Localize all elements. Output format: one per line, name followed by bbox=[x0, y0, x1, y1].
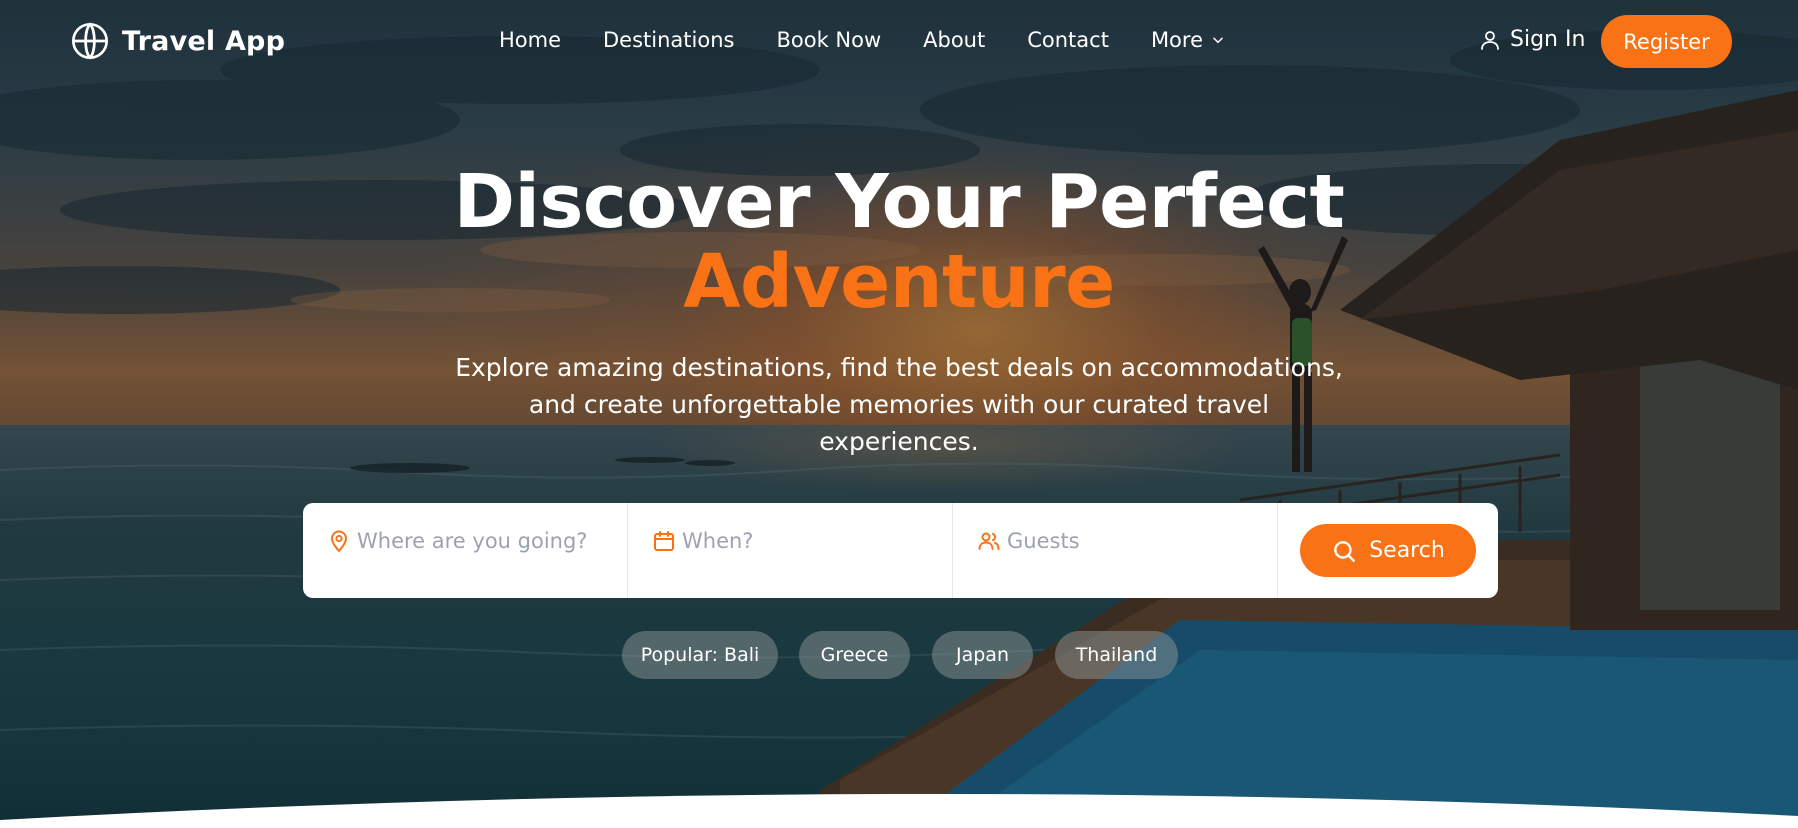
nav-link-contact[interactable]: Contact bbox=[1027, 28, 1109, 52]
popular-chip-bali[interactable]: Popular: Bali bbox=[622, 631, 778, 679]
popular-chip-greece[interactable]: Greece bbox=[799, 631, 910, 679]
register-button[interactable]: Register bbox=[1601, 15, 1732, 68]
nav-link-book-now[interactable]: Book Now bbox=[776, 28, 881, 52]
search-icon bbox=[1334, 540, 1356, 562]
calendar-icon bbox=[654, 531, 674, 551]
globe-icon bbox=[72, 22, 108, 60]
bottom-wave-divider bbox=[0, 793, 1798, 828]
user-icon bbox=[1481, 30, 1499, 50]
popular-chip-japan[interactable]: Japan bbox=[932, 631, 1033, 679]
hero-title: Discover Your Perfect Adventure bbox=[0, 162, 1798, 322]
popular-chip-thailand[interactable]: Thailand bbox=[1055, 631, 1178, 679]
hero-title-line1: Discover Your Perfect bbox=[453, 159, 1345, 245]
nav-link-about[interactable]: About bbox=[923, 28, 985, 52]
chevron-down-icon bbox=[1213, 37, 1223, 44]
nav-more-dropdown[interactable]: More bbox=[1151, 28, 1225, 52]
brand-name: Travel App bbox=[122, 25, 286, 57]
search-button[interactable]: Search bbox=[1300, 524, 1476, 577]
navbar: Travel App Home Destinations Book Now Ab… bbox=[0, 0, 1798, 84]
date-input[interactable] bbox=[682, 523, 932, 559]
destination-input[interactable] bbox=[357, 523, 607, 559]
brand-logo[interactable]: Travel App bbox=[70, 21, 285, 61]
hero-title-highlight: Adventure bbox=[683, 239, 1115, 325]
destination-field bbox=[303, 503, 628, 598]
users-icon bbox=[978, 532, 1000, 550]
sign-in-label: Sign In bbox=[1510, 27, 1586, 52]
search-button-label: Search bbox=[1369, 538, 1445, 563]
map-pin-icon bbox=[331, 530, 347, 552]
main-nav: Home Destinations Book Now About Contact… bbox=[499, 28, 1225, 52]
sign-in-link[interactable]: Sign In bbox=[1478, 27, 1585, 52]
date-field bbox=[628, 503, 953, 598]
nav-more-label: More bbox=[1150, 28, 1203, 52]
nav-link-destinations[interactable]: Destinations bbox=[603, 28, 734, 52]
guests-field bbox=[953, 503, 1278, 598]
popular-destinations: Popular: Bali Greece Japan Thailand bbox=[0, 631, 1798, 679]
guests-input[interactable] bbox=[1007, 523, 1257, 559]
hero-subtitle: Explore amazing destinations, find the b… bbox=[455, 353, 1343, 456]
nav-link-home[interactable]: Home bbox=[499, 28, 561, 52]
